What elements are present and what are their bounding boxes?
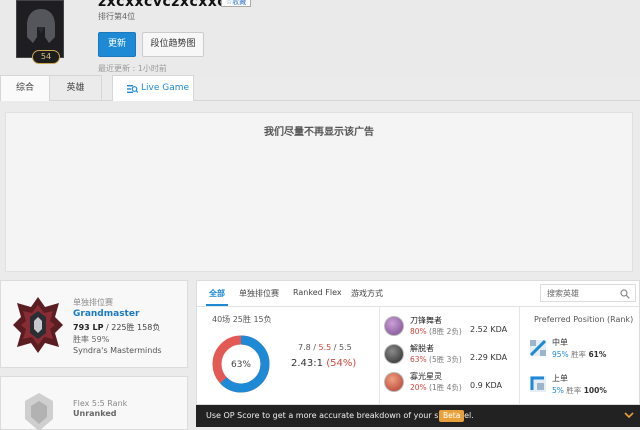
champion-winrate-pct: 20% bbox=[410, 383, 427, 392]
kills-value: 7.8 bbox=[298, 343, 311, 352]
tab-overview[interactable]: 综合 bbox=[0, 75, 50, 101]
champion-row[interactable]: 寡光星灵 20% (1胜 4负) 0.9 KDA bbox=[380, 369, 520, 397]
champion-row[interactable]: 刀锋舞者 80% (8胜 2负) 2.52 KDA bbox=[380, 313, 520, 341]
league-name: Syndra's Masterminds bbox=[73, 346, 162, 355]
level-badge: 54 bbox=[32, 50, 60, 64]
chevron-down-icon[interactable] bbox=[624, 411, 634, 419]
position-winrate: 61% bbox=[588, 350, 607, 359]
op-score-banner[interactable]: Use OP Score to get a more accurate brea… bbox=[196, 405, 640, 427]
helmet-icon bbox=[27, 9, 55, 43]
champion-icon bbox=[384, 316, 404, 336]
summary-column: 40场 25胜 15负 63% 7.8 / 5.5 / 5.5 2.43:1 (… bbox=[197, 307, 380, 406]
position-stat: 5% 胜率 100% bbox=[552, 385, 607, 396]
champion-search-input[interactable]: 搜索英雄 bbox=[540, 284, 636, 302]
champion-winrate-pct: 80% bbox=[410, 327, 427, 336]
unranked-emblem-icon bbox=[25, 393, 53, 430]
donut-winrate-label: 63% bbox=[231, 360, 251, 370]
champion-kda: 2.29 KDA bbox=[470, 353, 508, 362]
position-name: 上单 bbox=[552, 374, 568, 383]
beta-badge: Beta bbox=[439, 410, 465, 422]
kda-separator: / bbox=[310, 343, 319, 352]
flex-rank-box: Flex 5:5 Rank Unranked bbox=[0, 376, 188, 430]
kda-separator: / bbox=[331, 343, 340, 352]
solo-rank-tier: Grandmaster bbox=[73, 309, 140, 319]
win-loss-record: / 225胜 158负 bbox=[103, 323, 161, 332]
ad-text: 我们尽量不再显示该广告 bbox=[264, 127, 374, 138]
favorite-label: 收藏 bbox=[232, 0, 247, 6]
champion-row[interactable]: 解脱者 63% (5胜 3负) 2.29 KDA bbox=[380, 341, 520, 369]
search-icon[interactable] bbox=[620, 289, 630, 299]
preferred-position: Preferred Position (Rank) 中单 95% 胜率 61% … bbox=[520, 307, 640, 406]
position-row-top: 上单 5% 胜率 100% bbox=[530, 373, 638, 399]
champion-name: 解脱者 bbox=[410, 344, 434, 353]
active-tab-indicator bbox=[206, 304, 228, 306]
solo-rank-box: 单独排位赛 Grandmaster 793 LP / 225胜 158负 胜率 … bbox=[0, 280, 188, 368]
kda-ratio-value: 2.43:1 bbox=[291, 358, 323, 369]
position-winrate-label: 胜率 bbox=[566, 386, 584, 395]
favorite-button[interactable]: ☆收藏 bbox=[221, 0, 252, 7]
live-game-icon bbox=[127, 85, 138, 93]
ladder-rank: 排行第4位 bbox=[98, 12, 136, 21]
position-winrate: 100% bbox=[583, 386, 607, 395]
champion-name: 刀锋舞者 bbox=[410, 316, 442, 325]
tab-game-mode[interactable]: 游戏方式 bbox=[351, 288, 383, 299]
tab-live-game[interactable]: Live Game bbox=[112, 75, 194, 101]
tab-all-games[interactable]: 全部 bbox=[209, 288, 225, 299]
champion-kda: 2.52 KDA bbox=[470, 325, 508, 334]
champion-record: (1胜 4负) bbox=[426, 383, 462, 392]
tab-ranked-flex[interactable]: Ranked Flex bbox=[293, 288, 342, 297]
winrate-donut: 63% bbox=[212, 335, 270, 393]
position-name: 中单 bbox=[552, 338, 568, 347]
search-placeholder: 搜索英雄 bbox=[547, 289, 579, 298]
tab-solo-ranked[interactable]: 单独排位赛 bbox=[239, 288, 279, 299]
flex-rank-label: Flex 5:5 Rank bbox=[73, 399, 128, 408]
live-game-label: Live Game bbox=[141, 83, 190, 93]
position-stat: 95% 胜率 61% bbox=[552, 349, 606, 360]
flex-rank-tier: Unranked bbox=[73, 409, 117, 418]
champion-icon bbox=[384, 372, 404, 392]
champion-record: (5胜 3负) bbox=[426, 355, 462, 364]
solo-rank-label: 单独排位赛 bbox=[73, 298, 113, 307]
profile-tabs: 综合 英雄 Live Game bbox=[0, 75, 640, 101]
preferred-position-title: Preferred Position (Rank) bbox=[534, 315, 634, 324]
update-button[interactable]: 更新 bbox=[98, 32, 136, 57]
deaths-value: 5.5 bbox=[318, 343, 332, 352]
position-pct: 95% bbox=[552, 350, 569, 359]
lp-value: 793 LP bbox=[73, 323, 104, 332]
grandmaster-emblem-icon bbox=[13, 297, 63, 353]
champion-winrate: 63% (5胜 3负) bbox=[410, 354, 462, 365]
champion-name: 寡光星灵 bbox=[410, 372, 442, 381]
position-row-mid: 中单 95% 胜率 61% bbox=[530, 337, 638, 363]
tab-champions[interactable]: 英雄 bbox=[50, 75, 102, 101]
profile-header: 54 zxcxxcvczxcxxcvc ☆收藏 排行第4位 更新 段位趋势图 最… bbox=[0, 0, 640, 78]
kill-participation: (54%) bbox=[326, 358, 357, 369]
position-pct: 5% bbox=[552, 386, 564, 395]
solo-rank-lp: 793 LP / 225胜 158负 bbox=[73, 322, 160, 333]
games-panel: 全部 单独排位赛 Ranked Flex 游戏方式 搜索英雄 40场 25胜 1… bbox=[196, 280, 640, 406]
games-summary: 40场 25胜 15负 bbox=[212, 315, 272, 324]
solo-winrate: 胜率 59% bbox=[73, 335, 110, 344]
kda-raw: 7.8 / 5.5 / 5.5 bbox=[298, 343, 352, 352]
champion-kda: 0.9 KDA bbox=[470, 381, 503, 390]
champion-icon bbox=[384, 344, 404, 364]
kda-ratio: 2.43:1 (54%) bbox=[291, 358, 356, 369]
last-update-text: 最近更新 : 1小时前 bbox=[98, 64, 167, 73]
ad-banner: 我们尽量不再显示该广告 bbox=[5, 112, 633, 272]
assists-value: 5.5 bbox=[339, 343, 352, 352]
champion-record: (8胜 2负) bbox=[426, 327, 462, 336]
op-score-text: Use OP Score to get a more accurate brea… bbox=[206, 411, 474, 420]
top-lane-icon bbox=[530, 376, 546, 392]
mid-lane-icon bbox=[530, 340, 546, 356]
champion-winrate-pct: 63% bbox=[410, 355, 427, 364]
champion-winrate: 20% (1胜 4负) bbox=[410, 382, 462, 393]
tier-graph-button[interactable]: 段位趋势图 bbox=[142, 32, 204, 57]
game-type-tabs: 全部 单独排位赛 Ranked Flex 游戏方式 搜索英雄 bbox=[197, 281, 639, 307]
most-played-champions: 刀锋舞者 80% (8胜 2负) 2.52 KDA 解脱者 63% (5胜 3负… bbox=[380, 307, 520, 406]
champion-winrate: 80% (8胜 2负) bbox=[410, 326, 462, 337]
position-winrate-label: 胜率 bbox=[571, 350, 589, 359]
